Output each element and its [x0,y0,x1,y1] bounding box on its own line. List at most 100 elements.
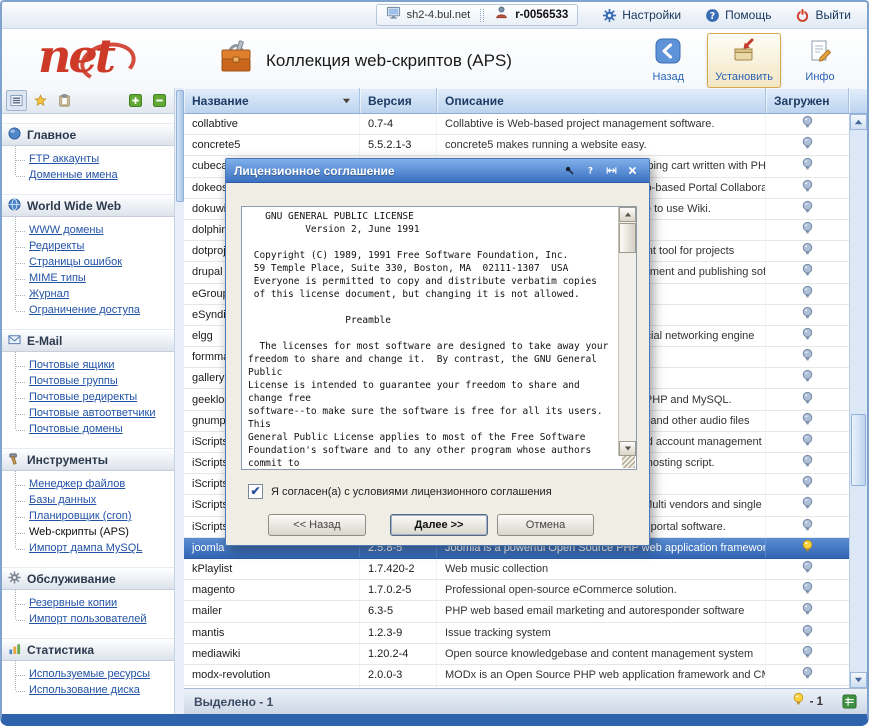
sidebar-item[interactable]: WWW домены [2,222,174,238]
table-row[interactable]: mailer6.3-5PHP web based email marketing… [184,601,849,622]
install-button[interactable]: Установить [707,33,781,88]
scroll-down-button[interactable] [850,672,867,688]
sidebar-item[interactable]: Импорт дампа MySQL [2,540,174,556]
selection-count: Выделено - 1 [194,695,273,709]
lamp-icon [801,454,814,472]
logout-link[interactable]: Выйти [795,8,851,23]
sidebar-item[interactable]: Ограничение доступа [2,302,174,318]
column-header-loaded[interactable]: Загружен [766,88,849,113]
sidebar-section-header[interactable]: Главное [2,123,174,146]
sidebar-item[interactable]: Планировщик (cron) [2,508,174,524]
table-row[interactable]: magento1.7.0.2-5Professional open-source… [184,580,849,601]
maximize-icon[interactable] [603,163,620,178]
dialog-help-icon[interactable]: ? [582,163,599,178]
sidebar-item[interactable]: Почтовые автоответчики [2,405,174,421]
sidebar-section: World Wide Web WWW доменыРедиректыСтраниц… [2,194,174,320]
sidebar-item[interactable]: Использование диска [2,682,174,698]
section-title: Обслуживание [27,572,116,586]
license-scroll-up-button[interactable] [619,207,636,222]
script-description: Collabtive is Web-based project manageme… [437,114,766,134]
lamp-on-icon [801,539,814,557]
sidebar-section-header[interactable]: Статистика [2,638,174,661]
column-label: Версия [368,94,412,108]
sidebar-section-header[interactable]: Обслуживание [2,567,174,590]
column-header-version[interactable]: Версия [360,88,437,113]
license-scroll-down-button[interactable] [619,441,636,456]
back-button[interactable]: Назад [637,33,699,88]
favorites-button[interactable] [30,90,51,111]
column-label: Загружен [774,94,829,108]
table-row[interactable]: modx-revolution2.0.0-3MODx is an Open So… [184,665,849,686]
script-name: mailer [184,601,360,621]
sidebar-item[interactable]: Менеджер файлов [2,476,174,492]
sidebar-scroll-thumb[interactable] [176,90,184,202]
sidebar-item[interactable]: Импорт пользователей [2,611,174,627]
sidebar-item[interactable]: Используемые ресурсы [2,666,174,682]
script-version: 1.7.420-2 [360,559,437,579]
resize-grip-icon[interactable] [622,456,635,468]
dialog-back-button[interactable]: << Назад [268,514,366,536]
table-scroll-thumb[interactable] [851,414,866,486]
sidebar-sections: Главное FTP аккаунты Доменные имена World W… [2,123,174,700]
table-row[interactable]: collabtive0.7-4Collabtive is Web-based p… [184,114,849,135]
script-version: 1.20.2-4 [360,644,437,664]
column-header-description[interactable]: Описание [437,88,766,113]
section-items: Используемые ресурсыИспользование диска [2,661,174,700]
column-header-name[interactable]: Название [184,88,360,113]
sidebar-section-header[interactable]: Инструменты [2,448,174,471]
table-scrollbar[interactable] [849,114,867,688]
loaded-lamp-icon [792,692,805,712]
table-row[interactable]: concrete55.5.2.1-3concrete5 makes runnin… [184,135,849,156]
help-link[interactable]: ? Помощь [705,8,771,23]
close-icon[interactable] [624,163,641,178]
sidebar-section-header[interactable]: World Wide Web [2,194,174,217]
license-scrollbar[interactable] [618,207,636,456]
sidebar-section-header[interactable]: E-Mail [2,329,174,352]
section-items: FTP аккаунты Доменные имена [2,146,174,185]
sidebar-item[interactable]: Почтовые ящики [2,357,174,373]
sidebar-item[interactable]: Редиректы [2,238,174,254]
table-row[interactable]: mediawiki1.20.2-4Open source knowledgeba… [184,644,849,665]
script-name: kPlaylist [184,559,360,579]
clipboard-button[interactable] [54,90,75,111]
sidebar-item[interactable]: Страницы ошибок [2,254,174,270]
sidebar-item[interactable]: Почтовые домены [2,421,174,437]
sidebar-item[interactable]: Журнал [2,286,174,302]
sidebar-item[interactable]: Почтовые редиректы [2,389,174,405]
lamp-icon [801,412,814,430]
agree-checkbox[interactable]: ✔ [248,484,263,499]
lamp-icon [801,115,814,133]
expand-all-button[interactable] [125,90,146,111]
lamp-icon [801,518,814,536]
sidebar-item-label: Менеджер файлов [29,478,125,490]
scroll-up-button[interactable] [850,114,867,130]
info-button[interactable]: Инфо [789,33,851,88]
lamp-icon [801,475,814,493]
back-label: Назад [653,71,685,83]
sidebar-item[interactable]: FTP аккаунты [2,151,174,167]
sidebar-item[interactable]: Web-скрипты (APS) [2,524,174,540]
export-icon[interactable] [842,694,857,709]
table-row[interactable]: kPlaylist1.7.420-2Web music collection [184,559,849,580]
settings-link[interactable]: Настройки [602,8,681,23]
pin-icon[interactable] [561,163,578,178]
dialog-titlebar[interactable]: Лицензионное соглашение ? [226,159,649,183]
dialog-next-button[interactable]: Далее >> [390,514,488,536]
net-logo: net [38,28,168,84]
license-scroll-thumb[interactable] [619,223,636,253]
dialog-cancel-button[interactable]: Отмена [497,514,594,536]
install-icon [731,38,757,69]
sidebar-item[interactable]: Почтовые группы [2,373,174,389]
lamp-icon [801,136,814,154]
lamp-icon [801,645,814,663]
lamp-icon [801,263,814,281]
license-text-area[interactable]: GNU GENERAL PUBLIC LICENSE Version 2, Ju… [241,206,637,470]
list-view-button[interactable] [6,90,27,111]
sidebar-item[interactable]: MIME типы [2,270,174,286]
collapse-all-button[interactable] [149,90,170,111]
table-row[interactable]: mantis1.2.3-9Issue tracking system [184,623,849,644]
sidebar-item[interactable]: Базы данных [2,492,174,508]
sidebar-item-label: FTP аккаунты [29,153,99,165]
sidebar-item[interactable]: Доменные имена [2,167,174,183]
sidebar-item[interactable]: Резервные копии [2,595,174,611]
